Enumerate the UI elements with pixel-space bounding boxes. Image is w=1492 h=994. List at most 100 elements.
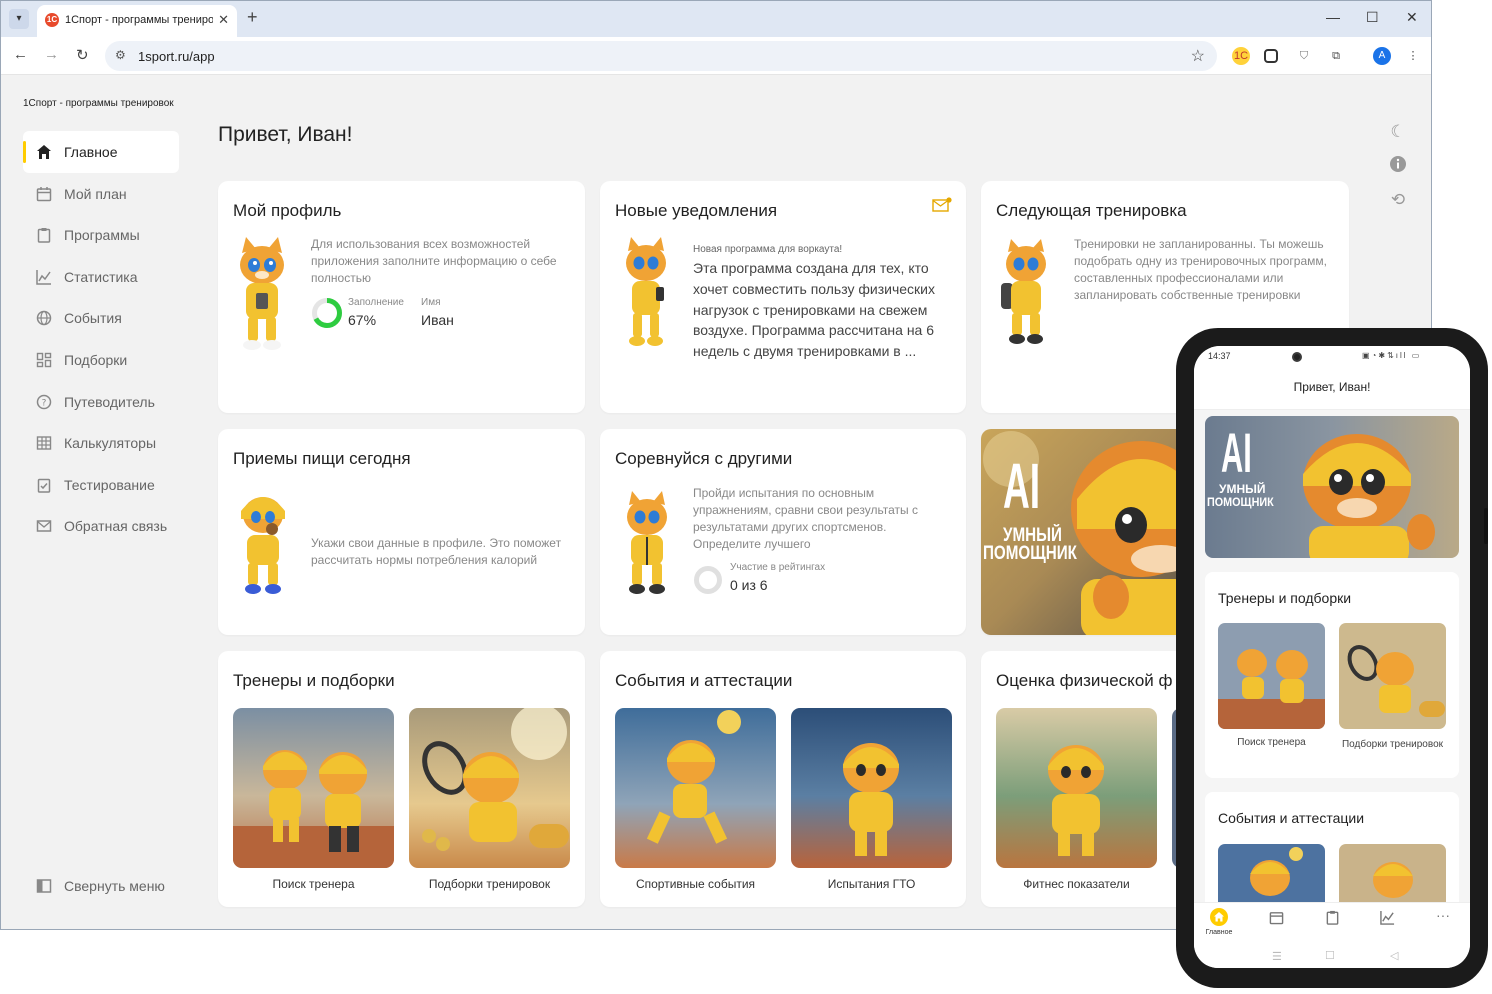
card-notifications[interactable]: Новые уведомления Новая программа для во… (600, 181, 966, 413)
sidebar: Главное Мой план Программы Статистика Со… (23, 131, 179, 547)
phone-recent-apps-icon[interactable]: ☰ (1272, 950, 1282, 963)
sidebar-item-label: Калькуляторы (64, 435, 157, 452)
ai-assistant-banner[interactable]: AI УМНЫЙ ПОМОЩНИК (981, 429, 1181, 635)
card-fitness[interactable]: Оценка физической ф Фитнес показатели (981, 651, 1181, 907)
collapse-menu-label: Свернуть меню (64, 878, 165, 894)
phone-tab-calendar-icon[interactable] (1269, 910, 1284, 928)
phone-ai-banner[interactable]: AI УМНЫЙ ПОМОЩНИК (1205, 416, 1459, 558)
phone-tab-home-label: Главное (1205, 929, 1233, 936)
site-info-icon[interactable]: ⚙ (115, 48, 126, 62)
card-title: Следующая тренировка (996, 201, 1187, 220)
address-bar[interactable]: ⚙ 1sport.ru/app ☆ (105, 41, 1217, 71)
back-icon[interactable]: ← (13, 46, 28, 63)
tab-title: 1Спорт - программы трениро (65, 14, 213, 26)
phone-events-thumbnail-1[interactable] (1218, 844, 1325, 902)
calendar-icon (35, 185, 53, 203)
phone-tab-clipboard-icon[interactable] (1325, 910, 1340, 930)
sidebar-item-calculators[interactable]: Калькуляторы (23, 422, 179, 464)
menu-kebab-icon[interactable]: ⋮ (1404, 47, 1422, 65)
find-trainer-thumbnail[interactable] (233, 708, 394, 868)
cat-walking-image (791, 708, 952, 868)
reload-icon[interactable]: ↻ (76, 46, 89, 64)
extension-shield-icon[interactable]: ⛉ (1295, 47, 1313, 65)
phone-tab-chart-icon[interactable] (1380, 910, 1395, 930)
phone-find-trainer-label: Поиск тренера (1237, 737, 1306, 748)
compete-text: Пройди испытания по основным упражнениям… (693, 486, 918, 551)
card-trainers[interactable]: Тренеры и подборки Поиск тренера Подборк… (218, 651, 585, 907)
rating-value: 0 из 6 (730, 577, 768, 593)
sidebar-item-label: Главное (64, 144, 118, 160)
extensions-puzzle-icon[interactable]: ⧉ (1327, 47, 1345, 65)
info-icon[interactable] (1387, 155, 1409, 177)
phone-tab-bar: Главное ··· (1194, 902, 1470, 946)
notification-mail-icon[interactable] (932, 197, 952, 213)
card-title: Оценка физической ф (996, 671, 1173, 690)
minimize-icon[interactable]: — (1326, 9, 1340, 25)
extension-square-icon[interactable] (1264, 49, 1278, 63)
sidebar-item-guide[interactable]: ? Путеводитель (23, 381, 179, 423)
maximize-icon[interactable]: ☐ (1366, 9, 1379, 26)
phone-tab-home-icon[interactable] (1210, 908, 1228, 926)
card-meals[interactable]: Приемы пищи сегодня Укажи свои данные в … (218, 429, 585, 635)
new-tab-icon[interactable]: + (247, 7, 258, 28)
cat-jumping-image (615, 708, 776, 868)
sport-events-label: Спортивные события (635, 877, 756, 891)
card-profile[interactable]: Мой профиль Для использования всех возмо… (218, 181, 585, 413)
phone-find-trainer-thumbnail[interactable] (1218, 623, 1325, 729)
checklist-icon (35, 476, 53, 494)
sidebar-item-home[interactable]: Главное (23, 131, 179, 173)
bookmark-star-icon[interactable]: ☆ (1191, 46, 1205, 66)
cat-mascot-phone-image (240, 237, 284, 350)
phone-tab-more-icon[interactable]: ··· (1436, 907, 1450, 923)
phone-camera (1292, 352, 1302, 362)
sidebar-item-feedback[interactable]: Обратная связь (23, 505, 179, 547)
phone-header: Привет, Иван! (1194, 366, 1470, 410)
gto-tests-thumbnail[interactable] (791, 708, 952, 868)
tab-search-button[interactable]: ▾ (9, 9, 29, 29)
url-text: 1sport.ru/app (138, 49, 215, 64)
sidebar-item-stats[interactable]: Статистика (23, 256, 179, 298)
close-window-icon[interactable]: ✕ (1406, 9, 1418, 26)
phone-events-thumbnail-2[interactable] (1339, 844, 1446, 902)
phone-home-button-icon[interactable]: ☐ (1325, 949, 1335, 962)
card-events[interactable]: События и аттестации Спортивные события (600, 651, 966, 907)
phone-collections-thumbnail[interactable] (1339, 623, 1446, 729)
profile-avatar[interactable]: A (1373, 47, 1391, 65)
cat-mascot-phone-image (626, 237, 666, 346)
dark-mode-moon-icon[interactable]: ☾ (1387, 121, 1409, 143)
sidebar-item-label: Путеводитель (64, 393, 155, 410)
browser-tab[interactable]: 1С 1Спорт - программы трениро ✕ (37, 5, 237, 37)
history-icon[interactable]: ⟲ (1387, 189, 1409, 211)
forward-icon[interactable]: → (44, 46, 59, 63)
sidebar-item-events[interactable]: События (23, 297, 179, 339)
extension-1c-icon[interactable]: 1С (1232, 47, 1250, 65)
card-title: События и аттестации (615, 671, 793, 690)
notification-text: Эта программа создана для тех, кто хочет… (693, 260, 935, 360)
collapse-menu-button[interactable]: Свернуть меню (35, 877, 165, 895)
cats-running-image (233, 708, 394, 868)
phone-ai-line2: ПОМОЩНИК (1207, 495, 1274, 509)
sidebar-collapse-icon (35, 877, 53, 895)
svg-text:?: ? (42, 398, 47, 408)
sidebar-item-testing[interactable]: Тестирование (23, 464, 179, 506)
home-icon (35, 143, 53, 161)
profile-progress-ring (312, 298, 342, 328)
fitness-metrics-label: Фитнес показатели (1023, 877, 1130, 891)
sidebar-item-plan[interactable]: Мой план (23, 173, 179, 215)
table-icon (35, 434, 53, 452)
sport-events-thumbnail[interactable] (615, 708, 776, 868)
card-title: Приемы пищи сегодня (233, 449, 411, 468)
ai-banner-big-text: AI (1003, 450, 1041, 522)
sidebar-item-label: Программы (64, 227, 140, 244)
sidebar-item-programs[interactable]: Программы (23, 214, 179, 256)
sidebar-item-collections[interactable]: Подборки (23, 339, 179, 381)
card-compete[interactable]: Соревнуйся с другими Пройди испытания по… (600, 429, 966, 635)
phone-back-icon[interactable]: ◁ (1390, 949, 1398, 962)
fitness-metrics-thumbnail[interactable] (996, 708, 1157, 868)
close-tab-icon[interactable]: ✕ (218, 12, 229, 28)
phone-card-trainers[interactable]: Тренеры и подборки Поиск тренера Подборк… (1205, 572, 1459, 778)
phone-card-title: Тренеры и подборки (1218, 590, 1352, 606)
phone-card-events[interactable]: События и аттестации (1205, 792, 1459, 902)
training-collections-thumbnail[interactable] (409, 708, 570, 868)
app-title: 1Спорт - программы тренировок (23, 98, 174, 109)
